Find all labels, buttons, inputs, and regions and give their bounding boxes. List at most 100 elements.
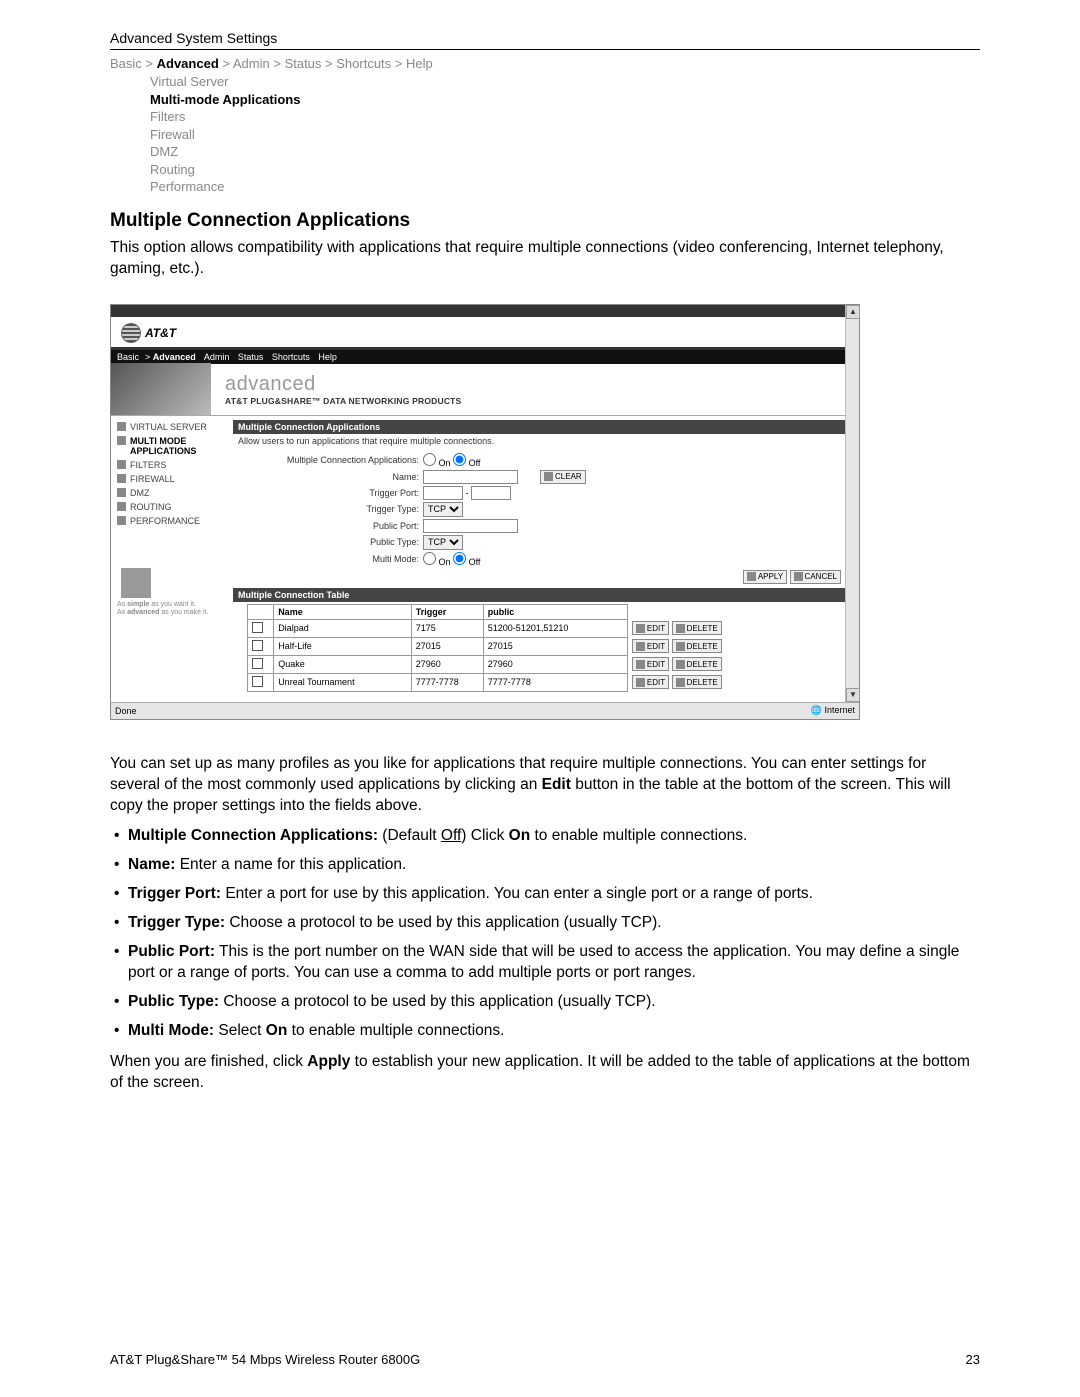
body-para-2: When you are finished, click Apply to es… [110,1052,980,1094]
crumb-advanced[interactable]: Advanced [157,56,219,71]
button-icon [747,572,756,581]
button-label: EDIT [647,642,665,651]
nav-basic[interactable]: Basic [117,352,139,362]
delete-button[interactable]: DELETE [672,657,722,671]
sidebar-item-dmz[interactable]: DMZ [117,486,233,500]
clear-button[interactable]: CLEAR [540,470,586,484]
subnav-filters[interactable]: Filters [150,108,980,126]
list-item: Public Type: Choose a protocol to be use… [128,992,980,1013]
cell-name: Half-Life [274,637,412,655]
scrollbar[interactable]: ▲ ▼ [845,305,859,702]
bullet-icon [117,422,126,431]
sidebar-item-performance[interactable]: PERFORMANCE [117,514,233,528]
subnav-routing[interactable]: Routing [150,161,980,179]
label-trigger-port: Trigger Port: [233,488,423,498]
cell-name: Quake [274,655,412,673]
edit-button[interactable]: EDIT [632,639,669,653]
section-header-mca: Multiple Connection Applications [233,420,853,434]
internet-icon: 🌐 [811,705,822,715]
trigger-port-from-input[interactable] [423,486,463,500]
nav-admin[interactable]: Admin [204,352,230,362]
label-trigger-type: Trigger Type: [233,504,423,514]
label-public-type: Public Type: [233,537,423,547]
cell-public: 27015 [483,637,627,655]
button-label: EDIT [647,624,665,633]
label-mca: Multiple Connection Applications: [233,455,423,465]
trigger-port-to-input[interactable] [471,486,511,500]
banner-title: advanced [225,373,461,396]
banner: advanced AT&T PLUG&SHARE™ DATA NETWORKIN… [111,364,859,416]
public-type-select[interactable]: TCP [423,535,463,550]
radio-multi[interactable]: On Off [423,552,480,567]
button-icon [676,678,685,687]
scroll-down-icon[interactable]: ▼ [846,688,860,702]
nav-shortcuts[interactable]: Shortcuts [272,352,310,362]
sidebar-item-firewall[interactable]: FIREWALL [117,472,233,486]
subnav-virtual-server[interactable]: Virtual Server [150,73,980,91]
name-input[interactable] [423,470,518,484]
page-footer: AT&T Plug&Share™ 54 Mbps Wireless Router… [110,1352,980,1367]
col-public: public [483,604,627,619]
subnav-performance[interactable]: Performance [150,178,980,196]
product-photo [121,568,151,598]
crumb-help[interactable]: Help [406,56,433,71]
sidebar-label: FIREWALL [130,474,175,484]
subnav-firewall[interactable]: Firewall [150,126,980,144]
list-item: Multiple Connection Applications: (Defau… [128,826,980,847]
radio-mca-off[interactable] [453,453,466,466]
radio-on-label: On [439,458,451,468]
delete-button[interactable]: DELETE [672,675,722,689]
sidebar-label: VIRTUAL SERVER [130,422,207,432]
nav-help[interactable]: Help [318,352,337,362]
row-checkbox[interactable] [252,658,263,669]
button-icon [676,624,685,633]
trigger-type-select[interactable]: TCP [423,502,463,517]
list-item: Trigger Type: Choose a protocol to be us… [128,913,980,934]
page-title: Multiple Connection Applications [110,210,980,232]
radio-off-label: Off [469,557,481,567]
row-checkbox[interactable] [252,676,263,687]
body-para-1: You can set up as many profiles as you l… [110,754,980,817]
row-checkbox[interactable] [252,622,263,633]
sidebar-label: ROUTING [130,502,172,512]
delete-button[interactable]: DELETE [672,621,722,635]
sidebar-item-multi-mode[interactable]: MULTI MODE APPLICATIONS [117,434,233,458]
radio-multi-off[interactable] [453,552,466,565]
crumb-shortcuts[interactable]: Shortcuts [336,56,391,71]
list-item: Trigger Port: Enter a port for use by th… [128,884,980,905]
att-globe-icon [121,323,141,343]
nav-status[interactable]: Status [238,352,264,362]
apply-button[interactable]: APPLY [743,570,787,584]
sidebar-item-virtual-server[interactable]: VIRTUAL SERVER [117,420,233,434]
list-item: Public Port: This is the port number on … [128,942,980,984]
button-label: DELETE [687,624,718,633]
button-icon [636,660,645,669]
radio-mca-on[interactable] [423,453,436,466]
bullet-icon [117,474,126,483]
crumb-status[interactable]: Status [285,56,322,71]
row-checkbox[interactable] [252,640,263,651]
subnav-dmz[interactable]: DMZ [150,143,980,161]
crumb-admin[interactable]: Admin [233,56,270,71]
crumb-basic[interactable]: Basic [110,56,142,71]
radio-multi-on[interactable] [423,552,436,565]
scroll-up-icon[interactable]: ▲ [846,305,860,319]
cancel-button[interactable]: CANCEL [790,570,841,584]
connection-table: Name Trigger public Dialpad 7175 51200-5… [247,604,772,692]
radio-mca[interactable]: On Off [423,453,480,468]
edit-button[interactable]: EDIT [632,675,669,689]
cell-public: 51200-51201,51210 [483,619,627,637]
subnav-multi-mode[interactable]: Multi-mode Applications [150,91,980,109]
public-port-input[interactable] [423,519,518,533]
delete-button[interactable]: DELETE [672,639,722,653]
nav-advanced[interactable]: Advanced [153,352,196,362]
sidebar-item-filters[interactable]: FILTERS [117,458,233,472]
app-topnav: Basic> Advanced Admin Status Shortcuts H… [111,350,859,364]
sidebar-item-routing[interactable]: ROUTING [117,500,233,514]
footer-page-number: 23 [966,1352,980,1367]
edit-button[interactable]: EDIT [632,621,669,635]
cell-trigger: 7777-7778 [411,673,483,691]
edit-button[interactable]: EDIT [632,657,669,671]
sidebar-label: MULTI MODE APPLICATIONS [130,436,233,456]
col-trigger: Trigger [411,604,483,619]
